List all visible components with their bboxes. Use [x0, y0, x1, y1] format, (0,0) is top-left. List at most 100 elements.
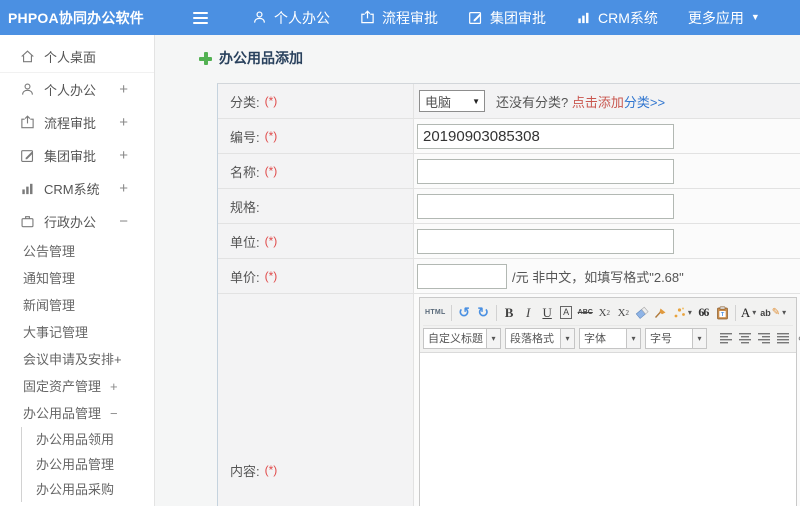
form-row-spec: 规格: [218, 189, 800, 224]
align-right-button[interactable] [755, 328, 774, 349]
edit-icon [20, 148, 36, 164]
page-title: 办公用品添加 [199, 48, 303, 68]
brush-icon [655, 308, 666, 318]
top-nav: 个人办公 流程审批 集团审批 CRM系统 更多应用 ▼ [252, 8, 760, 28]
align-justify-icon [777, 332, 789, 343]
add-category-link[interactable]: 点击添加 [572, 92, 624, 111]
align-left-button[interactable] [717, 328, 736, 349]
font-family-select[interactable]: 字体 ▾ [579, 327, 641, 349]
price-format-hint: /元 非中文，如填写格式"2.68" [512, 269, 684, 285]
pen-icon: ✎ [771, 307, 781, 318]
top-bar: PHPOA协同办公软件 个人办公 流程审批 集团审批 CRM系统 更多应用 ▼ [0, 0, 800, 35]
expand-plus[interactable]: + [119, 81, 128, 98]
italic-button[interactable]: I [519, 302, 538, 323]
custom-heading-select[interactable]: 自定义标题 ▾ [423, 327, 501, 349]
code-input[interactable] [417, 123, 674, 149]
nav-personal-office[interactable]: 个人办公 [252, 8, 330, 28]
field-label: 名称: [230, 164, 260, 180]
source-code-button[interactable]: HTML [423, 302, 448, 323]
sidebar-item-label: CRM系统 [44, 182, 100, 197]
required-mark: (*) [264, 164, 278, 178]
strikethrough-button[interactable]: ABC [576, 302, 595, 323]
sidebar-item-supplies-mgmt[interactable]: 办公用品管理 − [0, 400, 154, 427]
expand-plus[interactable]: + [119, 147, 128, 164]
underline-button[interactable]: U [538, 302, 557, 323]
undo-button[interactable]: ↺ [455, 302, 474, 323]
insert-link-button[interactable]: ∞ [793, 328, 800, 349]
expand-minus[interactable]: − [119, 213, 128, 230]
sidebar-item-news-mgmt[interactable]: 新闻管理 [0, 292, 154, 319]
eraser-button[interactable] [633, 302, 652, 323]
nav-group-approval[interactable]: 集团审批 [468, 8, 546, 28]
edit-icon [468, 10, 483, 25]
field-label: 内容: [230, 463, 260, 479]
font-color-button[interactable]: A ▾ [739, 302, 758, 323]
redo-button[interactable]: ↻ [474, 302, 493, 323]
format-block-button[interactable]: A [557, 302, 576, 323]
sidebar-item-supplies-purchase[interactable]: 办公用品采购 [22, 477, 154, 502]
sidebar-item-workflow-approval[interactable]: 流程审批 + [0, 106, 154, 139]
no-category-text: 还没有分类? [496, 94, 569, 110]
font-size-select[interactable]: 字号 ▾ [645, 327, 707, 349]
align-center-button[interactable] [736, 328, 755, 349]
required-mark: (*) [264, 269, 278, 283]
sidebar-item-fixed-assets-mgmt[interactable]: 固定资产管理 + [0, 373, 154, 400]
subscript-button[interactable]: X2 [614, 302, 633, 323]
sidebar-item-personal-office[interactable]: 个人办公 + [0, 73, 154, 106]
nav-crm[interactable]: CRM系统 [576, 8, 658, 28]
expand-minus[interactable]: − [110, 406, 118, 421]
rich-text-editor: HTML ↺ ↻ B I U A ABC X2 X2 ▾ 66 T A ▾ ab… [419, 297, 800, 506]
blockquote-button[interactable]: 66 [694, 302, 713, 323]
eraser-icon [635, 306, 649, 319]
nav-workflow-approval[interactable]: 流程审批 [360, 8, 438, 28]
align-center-icon [739, 332, 751, 343]
form-row-unit: 单位: (*) [218, 224, 800, 259]
paste-button[interactable]: T [713, 302, 732, 323]
align-left-icon [720, 332, 732, 343]
unit-input[interactable] [417, 228, 674, 254]
nav-more-apps[interactable]: 更多应用 ▼ [688, 8, 760, 28]
nav-label: 流程审批 [382, 9, 438, 26]
sidebar-item-crm[interactable]: CRM系统 + [0, 172, 154, 205]
caret-down-icon: ▾ [692, 328, 706, 348]
field-label: 分类: [230, 94, 260, 110]
nav-label: 集团审批 [490, 9, 546, 26]
sidebar-item-meeting-mgmt[interactable]: 会议申请及安排+ [0, 346, 154, 373]
briefcase-icon [20, 214, 36, 230]
menu-icon[interactable] [193, 11, 208, 24]
quick-format-button[interactable]: ▾ [671, 302, 694, 323]
sidebar-item-supplies-claim[interactable]: 办公用品领用 [22, 427, 154, 452]
supplies-submenu: 办公用品领用 办公用品管理 办公用品采购 [21, 427, 154, 502]
sidebar-item-group-approval[interactable]: 集团审批 + [0, 139, 154, 172]
bar-chart-icon [576, 10, 591, 25]
highlight-color-button[interactable]: ab ✎ ▾ [758, 302, 788, 323]
price-input[interactable] [417, 263, 507, 289]
sidebar-item-desktop[interactable]: 个人桌面 [0, 40, 154, 73]
sidebar-item-notice-mgmt[interactable]: 通知管理 [0, 265, 154, 292]
add-category-link-suffix[interactable]: 分类>> [624, 92, 665, 111]
superscript-button[interactable]: X2 [595, 302, 614, 323]
name-input[interactable] [417, 158, 674, 184]
caret-down-icon: ▾ [626, 328, 640, 348]
caret-down-icon: ▾ [560, 328, 574, 348]
sidebar-item-supplies-manage[interactable]: 办公用品管理 [22, 452, 154, 477]
form-row-category: 分类: (*) 电脑 ▼ 还没有分类? 点击添加 分类>> [218, 84, 800, 119]
app-logo: PHPOA协同办公软件 [8, 9, 144, 26]
bold-button[interactable]: B [500, 302, 519, 323]
align-justify-button[interactable] [774, 328, 793, 349]
editor-content-area[interactable] [420, 353, 796, 506]
category-select[interactable]: 电脑 ▼ [419, 90, 485, 112]
sidebar-item-announcement-mgmt[interactable]: 公告管理 [0, 238, 154, 265]
paragraph-format-select[interactable]: 段落格式 ▾ [505, 327, 575, 349]
sidebar-item-admin-office[interactable]: 行政办公 − [0, 205, 154, 238]
sidebar-item-memorabilia-mgmt[interactable]: 大事记管理 [0, 319, 154, 346]
required-mark: (*) [264, 94, 278, 108]
spec-input[interactable] [417, 193, 674, 219]
expand-plus[interactable]: + [119, 180, 128, 197]
workflow-icon [20, 115, 36, 131]
user-icon [20, 82, 36, 98]
expand-plus[interactable]: + [119, 114, 128, 131]
expand-plus[interactable]: + [110, 379, 118, 394]
format-brush-button[interactable] [652, 302, 671, 323]
sidebar: 个人桌面 个人办公 + 流程审批 + 集团审批 + CRM系统 + 行政办公 − [0, 35, 155, 506]
